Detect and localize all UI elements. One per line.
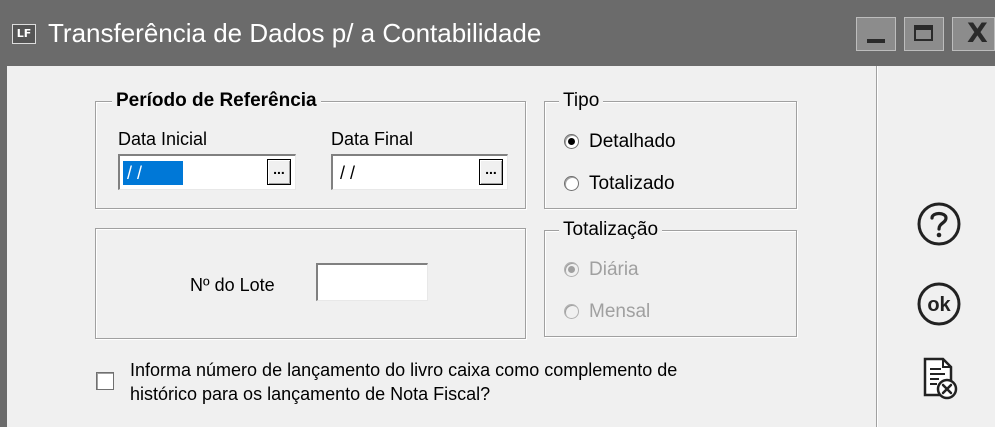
livro-caixa-checkbox[interactable]: [96, 372, 114, 390]
close-button[interactable]: X: [952, 17, 995, 51]
maximize-icon: [914, 25, 933, 41]
data-inicial-label: Data Inicial: [118, 129, 208, 149]
help-circle-icon: [917, 202, 961, 246]
livro-caixa-label-line2: histórico para os lançamento de Nota Fis…: [130, 384, 491, 404]
radio-mensal-label[interactable]: Mensal: [589, 300, 650, 324]
data-inicial-picker-button[interactable]: ...: [267, 159, 291, 185]
window-title: Transferência de Dados p/ a Contabilidad…: [48, 18, 542, 48]
lote-group: [95, 228, 526, 339]
radio-detalhado-label[interactable]: Detalhado: [589, 130, 676, 154]
app-icon: LF: [12, 24, 36, 44]
window-left-border: [0, 66, 7, 427]
data-final-label: Data Final: [331, 129, 414, 149]
close-icon: X: [967, 18, 988, 49]
radio-totalizado-label[interactable]: Totalizado: [589, 172, 675, 196]
radio-detalhado-button[interactable]: [564, 134, 579, 149]
data-final-picker-button[interactable]: ...: [479, 159, 503, 185]
ok-text: ok: [927, 294, 951, 316]
radio-totalizado-button[interactable]: [564, 176, 579, 191]
ok-circle-icon: ok: [917, 282, 961, 326]
livro-caixa-label-line1: Informa número de lançamento do livro ca…: [130, 360, 678, 380]
periodo-legend: Período de Referência: [112, 89, 321, 113]
minimize-icon: [867, 39, 885, 43]
radio-diaria-label[interactable]: Diária: [589, 258, 639, 282]
radio-mensal[interactable]: Mensal: [564, 300, 764, 326]
lote-label: Nº do Lote: [190, 275, 275, 295]
document-cancel-icon: [923, 357, 958, 400]
cancel-button[interactable]: [915, 355, 963, 403]
ok-button[interactable]: ok: [915, 280, 963, 328]
radio-diaria-button[interactable]: [564, 262, 579, 277]
radio-mensal-button[interactable]: [564, 304, 579, 319]
maximize-button[interactable]: [904, 17, 944, 51]
data-final-field[interactable]: / / ...: [331, 154, 508, 190]
radio-totalizado[interactable]: Totalizado: [564, 172, 764, 198]
lote-input[interactable]: [316, 263, 428, 301]
radio-detalhado[interactable]: Detalhado: [564, 130, 764, 156]
livro-caixa-label[interactable]: Informa número de lançamento do livro ca…: [130, 358, 677, 406]
help-button[interactable]: [915, 200, 963, 248]
tipo-legend: Tipo: [559, 89, 604, 113]
totalizacao-legend: Totalização: [559, 218, 663, 242]
title-bar: LF Transferência de Dados p/ a Contabili…: [0, 0, 995, 66]
sidebar-divider-highlight: [877, 66, 878, 427]
data-final-value[interactable]: / /: [336, 161, 359, 185]
data-inicial-value[interactable]: / /: [123, 161, 183, 185]
data-inicial-field[interactable]: / / ...: [118, 154, 296, 190]
radio-diaria[interactable]: Diária: [564, 258, 764, 284]
minimize-button[interactable]: [856, 17, 896, 51]
